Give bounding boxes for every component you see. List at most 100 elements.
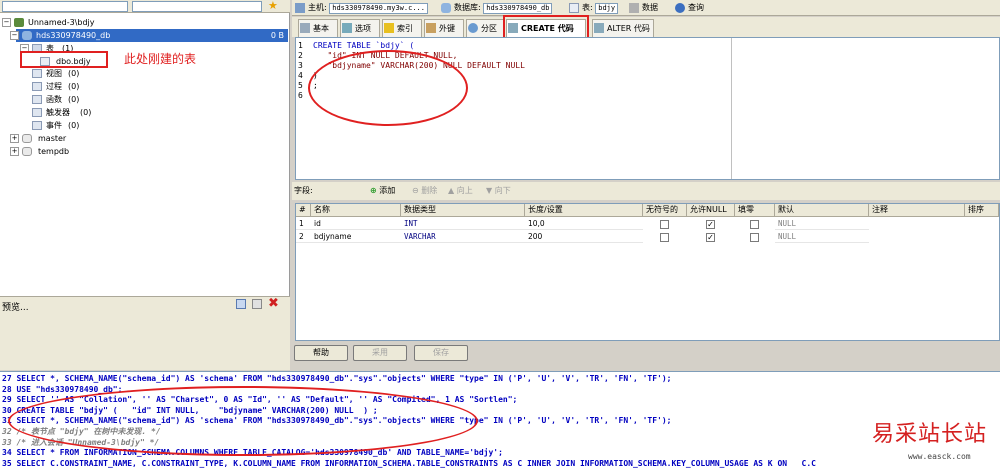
fields-grid: # 名称 数据类型 长度/设置 无符号的 允许NULL 填零 默认 注释 排序 … — [295, 203, 1000, 341]
field-type-cell[interactable]: INT — [401, 218, 525, 230]
db-label: 数据库: — [454, 3, 481, 12]
node-label: 事件 — [46, 121, 62, 130]
field-name-cell[interactable]: id — [311, 218, 401, 230]
column-header[interactable]: 长度/设置 — [525, 204, 643, 217]
line-number: 2 — [298, 51, 303, 60]
tab-data[interactable]: 数据 — [628, 1, 658, 15]
database-icon — [22, 31, 32, 40]
tab-query[interactable]: 查询 — [674, 1, 704, 15]
column-header[interactable]: # — [296, 204, 311, 217]
tab-options[interactable]: 选项 — [340, 19, 380, 37]
node-count: (0) — [68, 95, 80, 104]
db-value: hds330978490_db — [483, 3, 553, 14]
tab-basic[interactable]: 基本 — [298, 19, 338, 37]
fields-label: 字段: — [294, 186, 313, 195]
field-default-cell[interactable]: NULL — [775, 218, 869, 230]
options-icon — [342, 23, 352, 33]
events-icon — [32, 121, 42, 130]
expand-icon[interactable]: + — [10, 134, 19, 143]
query-tab-label: 查询 — [688, 3, 704, 12]
host-value: hds330978490.my3w.c... — [329, 3, 428, 14]
field-length-cell[interactable]: 200 — [525, 231, 643, 243]
column-header[interactable]: 排序 — [965, 204, 999, 217]
button-label: 向下 — [494, 186, 511, 195]
annotation-text: 此处刚建的表 — [124, 52, 197, 66]
down-arrow-icon: ▼ — [486, 186, 493, 195]
expand-icon[interactable]: + — [10, 147, 19, 156]
log-line: 27 SELECT *, SCHEMA_NAME("schema_id") AS… — [2, 374, 672, 383]
database-size: 0 B — [270, 31, 284, 40]
tab-database[interactable]: 数据库: hds330978490_db — [440, 1, 553, 15]
line-number: 5 — [298, 81, 303, 90]
tab-host[interactable]: 主机: hds330978490.my3w.c... — [294, 1, 428, 15]
zerofill-checkbox[interactable] — [750, 233, 759, 242]
field-length-cell[interactable]: 10,0 — [525, 218, 643, 230]
allow-null-checkbox[interactable]: ✓ — [706, 220, 715, 229]
annotation-ellipse-log — [8, 386, 478, 456]
column-header[interactable]: 允许NULL — [687, 204, 735, 217]
host-icon — [295, 3, 305, 13]
collapse-icon[interactable]: − — [2, 18, 11, 27]
node-count: (0) — [68, 121, 80, 130]
basic-icon — [300, 23, 310, 33]
row-number: 1 — [296, 218, 311, 230]
tree-filter-input[interactable] — [2, 1, 128, 12]
connection-label: Unnamed-3\bdjy — [28, 18, 95, 27]
discard-button[interactable]: 采用 — [353, 345, 407, 361]
preview-label: 预览... — [2, 303, 29, 313]
preview-panel: 预览... ✖ — [0, 296, 290, 370]
star-icon[interactable]: ★ — [268, 0, 278, 12]
field-name-cell[interactable]: bdjyname — [311, 231, 401, 243]
tab-partitions[interactable]: 分区 — [466, 19, 504, 37]
table-filter-input[interactable] — [132, 1, 262, 12]
tab-label: 基本 — [313, 24, 329, 33]
column-header[interactable]: 无符号的 — [643, 204, 687, 217]
collapse-icon[interactable]: − — [10, 31, 19, 40]
copy-icon[interactable] — [236, 299, 246, 309]
button-label: 向上 — [456, 186, 473, 195]
node-label: 触发器 — [46, 108, 70, 117]
indexes-icon — [384, 23, 394, 33]
editor-margin-line — [731, 38, 732, 179]
column-header[interactable]: 数据类型 — [401, 204, 525, 217]
tree-database[interactable]: − hds330978490_db 0 B — [10, 29, 288, 42]
column-header[interactable]: 注释 — [869, 204, 965, 217]
tab-indexes[interactable]: 索引 — [382, 19, 422, 37]
tree-toolbar: ★ — [0, 0, 290, 13]
partitions-icon — [468, 23, 478, 33]
help-button[interactable]: 帮助 — [294, 345, 348, 361]
tab-foreign-keys[interactable]: 外键 — [424, 19, 464, 37]
close-icon[interactable]: ✖ — [268, 296, 279, 311]
line-number: 1 — [298, 41, 303, 50]
watermark-url: www.easck.com — [908, 452, 971, 461]
database-label: tempdb — [38, 147, 70, 156]
save-icon[interactable] — [252, 299, 262, 309]
tab-alter-code[interactable]: ALTER 代码 — [592, 19, 654, 37]
tab-table[interactable]: 表: bdjy — [568, 1, 619, 15]
functions-icon — [32, 95, 42, 104]
line-number-gutter: 1 2 3 4 5 6 — [296, 38, 312, 179]
column-header[interactable]: 默认 — [775, 204, 869, 217]
table-value: bdjy — [595, 3, 619, 14]
zerofill-checkbox[interactable] — [750, 220, 759, 229]
node-count: (0) — [80, 108, 92, 117]
triggers-icon — [32, 108, 42, 117]
host-label: 主机: — [308, 3, 327, 12]
unsigned-checkbox[interactable] — [660, 220, 669, 229]
database-label: hds330978490_db — [36, 31, 111, 40]
add-field-button[interactable]: ⊕ 添加 — [370, 185, 395, 197]
move-up-button[interactable]: ▲ 向上 — [448, 185, 473, 197]
field-default-cell[interactable]: NULL — [775, 231, 869, 243]
delete-field-button[interactable]: ⊖ 删除 — [412, 185, 437, 197]
column-header[interactable]: 名称 — [311, 204, 401, 217]
unsigned-checkbox[interactable] — [660, 233, 669, 242]
tab-label: 索引 — [397, 24, 413, 33]
column-header[interactable]: 填零 — [735, 204, 775, 217]
field-type-cell[interactable]: VARCHAR — [401, 231, 525, 243]
object-tree-panel: ★ − Unnamed-3\bdjy − hds330978490_db 0 B… — [0, 0, 290, 370]
allow-null-checkbox[interactable]: ✓ — [706, 233, 715, 242]
query-icon — [675, 3, 685, 13]
save-button[interactable]: 保存 — [414, 345, 468, 361]
move-down-button[interactable]: ▼ 向下 — [486, 185, 511, 197]
tab-label: 分区 — [481, 24, 497, 33]
